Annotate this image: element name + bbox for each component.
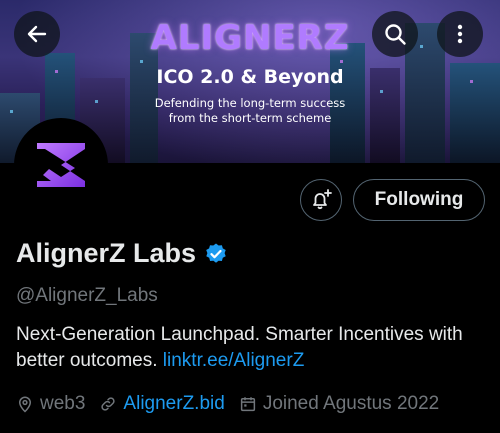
- verified-badge-icon[interactable]: [204, 242, 228, 266]
- display-name: AlignerZ Labs: [16, 238, 197, 268]
- banner-window-light: [380, 90, 383, 93]
- banner-logo-text: ALIGNERZ: [150, 18, 350, 58]
- location-item: web3: [16, 393, 85, 415]
- joined-text: Joined Agustus 2022: [262, 393, 440, 414]
- location-text: web3: [40, 393, 86, 414]
- display-name-row: AlignerZ Labs: [16, 238, 228, 269]
- banner-window-light: [140, 60, 143, 63]
- bell-plus-icon: [313, 189, 332, 210]
- following-button[interactable]: Following: [353, 179, 485, 221]
- more-vertical-icon: [457, 24, 463, 44]
- profile-meta: web3 AlignerZ.bid Joined Agustus 2022: [16, 393, 453, 415]
- alignerz-logo-icon: [37, 143, 85, 187]
- search-icon: [385, 24, 406, 45]
- banner-window-light: [340, 60, 343, 63]
- banner-headline: ICO 2.0 & Beyond: [156, 66, 344, 88]
- back-button[interactable]: [14, 11, 60, 57]
- profile-bio: Next-Generation Launchpad. Smarter Incen…: [16, 322, 486, 374]
- banner-subline-1: Defending the long-term success: [154, 96, 346, 110]
- arrow-left-icon: [27, 25, 47, 43]
- calendar-icon: [240, 397, 255, 412]
- website-item[interactable]: AlignerZ.bid: [99, 393, 225, 415]
- notification-toggle-button[interactable]: [300, 179, 342, 221]
- location-pin-icon: [18, 396, 32, 413]
- joined-item: Joined Agustus 2022: [239, 393, 439, 415]
- bio-link[interactable]: linktr.ee/AlignerZ: [163, 350, 305, 371]
- more-options-button[interactable]: [437, 11, 483, 57]
- profile-handle: @AlignerZ_Labs: [16, 285, 158, 306]
- avatar[interactable]: [14, 118, 108, 212]
- website-link[interactable]: AlignerZ.bid: [123, 393, 224, 415]
- link-icon: [101, 397, 116, 411]
- search-button[interactable]: [372, 11, 418, 57]
